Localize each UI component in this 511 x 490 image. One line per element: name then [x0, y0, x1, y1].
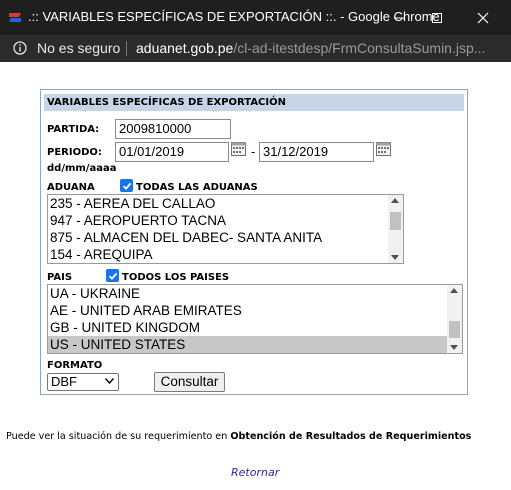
consultar-button[interactable]: Consultar — [154, 372, 225, 392]
return-link[interactable]: Retornar — [231, 466, 279, 479]
list-item[interactable]: UA - UKRAINE — [48, 285, 462, 302]
aduana-label: ADUANA — [47, 182, 95, 193]
list-item[interactable]: 875 - ALMACEN DEL DABEC- SANTA ANITA — [48, 229, 403, 246]
scroll-down-icon[interactable] — [391, 255, 399, 260]
pais-listbox[interactable]: UA - UKRAINE AE - UNITED ARAB EMIRATES G… — [47, 284, 463, 354]
url-path: /cl-ad-itestdesp/FrmConsultaSumin.jsp... — [233, 40, 486, 56]
window-title: .:: VARIABLES ESPECÍFICAS DE EXPORTACIÓN… — [28, 9, 440, 24]
scroll-down-icon[interactable] — [450, 345, 458, 350]
export-variables-form: VARIABLES ESPECÍFICAS DE EXPORTACIÓN PAR… — [40, 89, 468, 395]
list-item[interactable]: 235 - AEREA DEL CALLAO — [48, 195, 403, 212]
app-logo-icon — [9, 13, 21, 22]
address-bar[interactable]: No es seguro aduanet.gob.pe/cl-ad-itestd… — [0, 35, 511, 62]
minimize-button[interactable] — [380, 0, 418, 35]
requirement-note: Puede ver la situación de su requerimien… — [6, 431, 471, 442]
checkmark-icon — [108, 272, 117, 280]
calendar-from-icon[interactable] — [231, 142, 246, 156]
formato-label: FORMATO — [47, 360, 103, 371]
scroll-thumb[interactable] — [390, 212, 401, 230]
list-item[interactable]: 947 - AEROPUERTO TACNA — [48, 212, 403, 229]
periodo-to-input[interactable]: 31/12/2019 — [259, 142, 374, 162]
url-host: aduanet.gob.pe — [136, 40, 234, 56]
info-icon[interactable] — [13, 41, 27, 55]
maximize-button[interactable] — [418, 0, 456, 35]
pais-scrollbar[interactable] — [447, 285, 462, 353]
pais-label: PAIS — [47, 272, 73, 283]
periodo-label: PERIODO: — [47, 147, 102, 158]
periodo-from-input[interactable]: 01/01/2019 — [115, 142, 229, 162]
close-icon — [477, 12, 489, 23]
scroll-thumb[interactable] — [449, 321, 460, 338]
results-link[interactable]: Obtención de Resultados de Requerimiento… — [230, 431, 471, 442]
scroll-up-icon[interactable] — [391, 198, 399, 203]
aduana-scrollbar[interactable] — [388, 195, 403, 263]
partida-label: PARTIDA: — [47, 124, 100, 135]
address-divider — [126, 41, 127, 56]
security-status[interactable]: No es seguro — [37, 40, 120, 56]
page-content: VARIABLES ESPECÍFICAS DE EXPORTACIÓN PAR… — [0, 62, 511, 490]
periodo-separator: - — [251, 144, 256, 159]
aduana-listbox[interactable]: 235 - AEREA DEL CALLAO 947 - AEROPUERTO … — [47, 194, 404, 264]
url-text[interactable]: aduanet.gob.pe/cl-ad-itestdesp/FrmConsul… — [136, 40, 485, 56]
list-item[interactable]: AE - UNITED ARAB EMIRATES — [48, 302, 462, 319]
date-format-hint: dd/mm/aaaa — [47, 163, 117, 174]
aduana-all-label: TODAS LAS ADUANAS — [136, 182, 258, 193]
list-item[interactable]: 154 - AREQUIPA — [48, 246, 403, 263]
checkmark-icon — [122, 182, 131, 190]
requirement-note-text: Puede ver la situación de su requerimien… — [6, 431, 228, 442]
formato-value: DBF — [51, 374, 77, 389]
list-item[interactable]: GB - UNITED KINGDOM — [48, 319, 462, 336]
calendar-to-icon[interactable] — [376, 142, 391, 156]
partida-input[interactable]: 2009810000 — [115, 119, 231, 139]
aduana-all-checkbox[interactable] — [120, 179, 133, 192]
browser-title-bar: .:: VARIABLES ESPECÍFICAS DE EXPORTACIÓN… — [0, 0, 511, 35]
form-header: VARIABLES ESPECÍFICAS DE EXPORTACIÓN — [44, 94, 464, 111]
list-item-selected[interactable]: US - UNITED STATES — [48, 336, 462, 353]
maximize-icon — [432, 12, 442, 23]
scroll-up-icon[interactable] — [450, 288, 458, 293]
minimize-icon — [394, 17, 404, 18]
close-button[interactable] — [464, 0, 502, 35]
formato-select[interactable]: DBF — [47, 373, 119, 391]
pais-all-label: TODOS LOS PAISES — [122, 272, 230, 283]
chevron-down-icon — [105, 378, 114, 384]
pais-all-checkbox[interactable] — [106, 269, 119, 282]
